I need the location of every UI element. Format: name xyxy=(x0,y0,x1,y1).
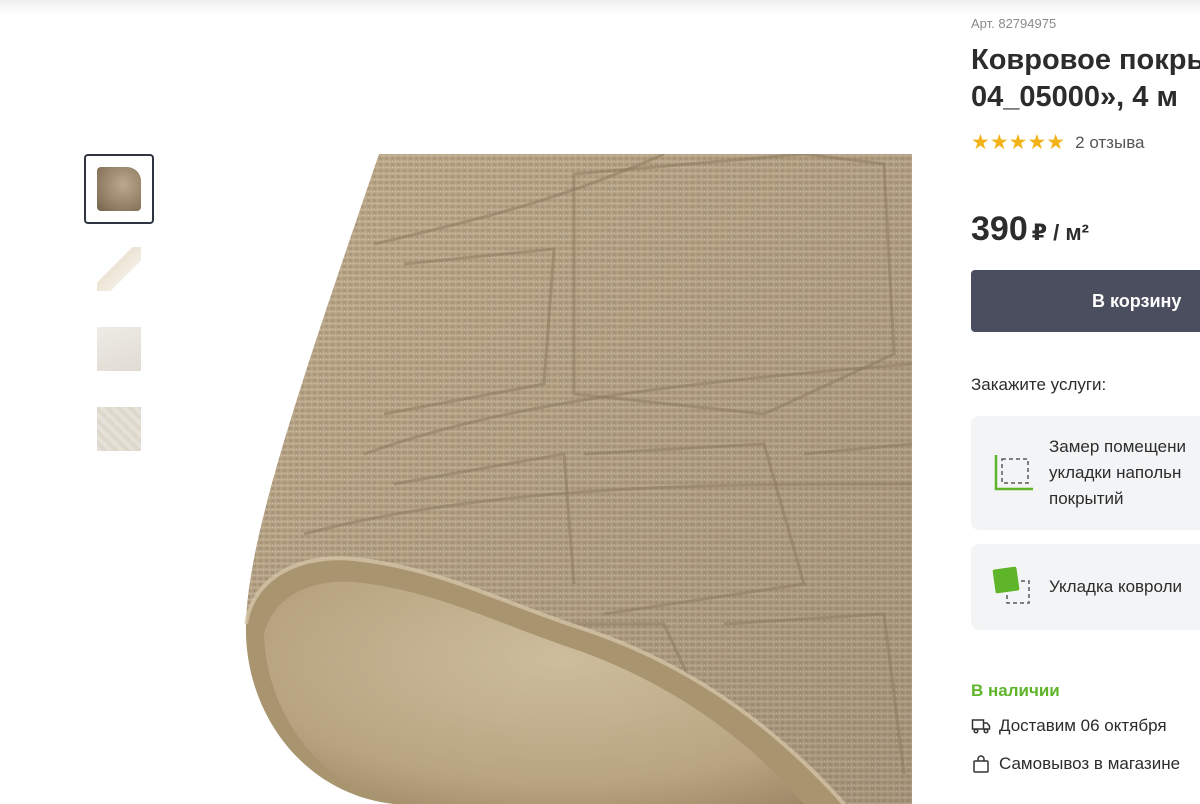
pickup-text: Самовывоз в магазине xyxy=(999,754,1181,773)
thumbnail-4[interactable] xyxy=(84,394,154,464)
reviews-link[interactable]: 2 отзыва xyxy=(1075,133,1144,153)
product-title-line-1: Ковровое покры xyxy=(971,44,1200,76)
product-title-line-2: 04_05000», 4 м xyxy=(971,81,1178,113)
delivery-info: Доставим 06 октября xyxy=(971,716,1167,736)
thumbnail-image xyxy=(97,327,141,371)
product-rating[interactable]: ★★★★★ 2 отзыва xyxy=(971,132,1145,154)
service-carpet-laying[interactable]: Укладка ковроли xyxy=(971,544,1200,630)
carpet-roll-image xyxy=(244,154,912,804)
add-to-cart-label: В корзину xyxy=(1092,290,1182,311)
services-heading: Закажите услуги: xyxy=(971,375,1107,394)
truck-icon xyxy=(971,719,991,734)
top-shadow xyxy=(0,0,1200,14)
measure-icon xyxy=(991,451,1035,495)
stock-status: В наличии xyxy=(971,681,1060,700)
thumbnail-list xyxy=(84,154,154,474)
price-value: 390 xyxy=(971,210,1028,248)
thumbnail-3[interactable] xyxy=(84,314,154,384)
service-laying-line: Укладка ковроли xyxy=(1049,577,1183,596)
bag-icon xyxy=(973,755,989,773)
service-measure-line: Замер помещени xyxy=(1049,437,1186,456)
carpet-laying-icon xyxy=(991,565,1035,609)
service-laying-text: Укладка ковроли xyxy=(1049,574,1182,600)
product-price: 390 ₽ / м² xyxy=(971,210,1089,249)
thumbnail-image xyxy=(97,407,141,451)
pickup-info: Самовывоз в магазине xyxy=(971,754,1180,774)
product-title: Ковровое покры 04_05000», 4 м xyxy=(971,42,1200,116)
service-measure[interactable]: Замер помещени укладки напольн покрытий xyxy=(971,416,1200,530)
thumbnail-image xyxy=(97,247,141,291)
service-measure-line: укладки напольн xyxy=(1049,463,1182,482)
rating-stars: ★★★★★ xyxy=(971,131,1066,154)
delivery-text: Доставим 06 октября xyxy=(999,716,1167,735)
thumbnail-2[interactable] xyxy=(84,234,154,304)
article-number: Арт. 82794975 xyxy=(971,16,1057,31)
thumbnail-image xyxy=(97,167,141,211)
price-unit: ₽ / м² xyxy=(1031,220,1089,245)
service-measure-text: Замер помещени укладки напольн покрытий xyxy=(1049,434,1186,512)
thumbnail-1[interactable] xyxy=(84,154,154,224)
product-main-image[interactable] xyxy=(244,154,912,804)
add-to-cart-button[interactable]: В корзину xyxy=(971,270,1200,332)
service-measure-line: покрытий xyxy=(1049,489,1124,508)
